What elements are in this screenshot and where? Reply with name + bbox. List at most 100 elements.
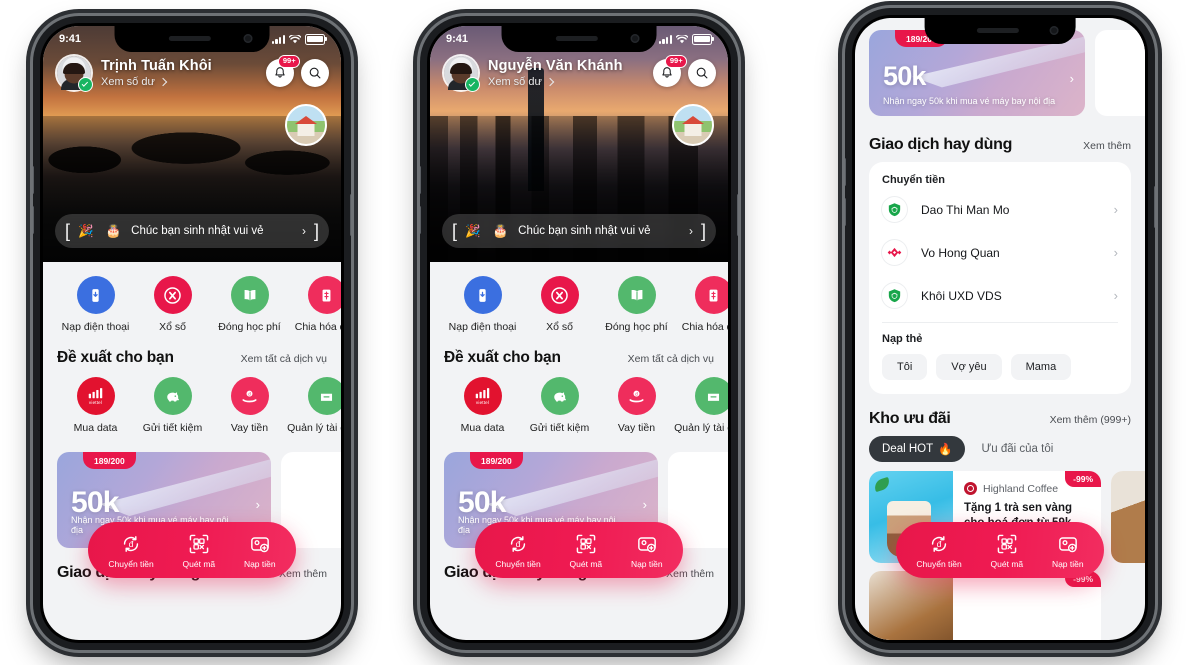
service-item-chia-hoa-don[interactable]: Chia hóa đơn bbox=[288, 276, 341, 333]
see-all-services-link[interactable]: Xem tất cả dịch vụ bbox=[628, 353, 714, 365]
topup-chip[interactable]: Mama bbox=[1010, 354, 1072, 380]
suggestion-item-mua-data[interactable]: viettel Mua data bbox=[57, 377, 134, 434]
split-bill-icon bbox=[694, 276, 728, 314]
offers-tabs: Deal HOT 🔥 Ưu đãi của tôi bbox=[855, 428, 1145, 462]
offer-card[interactable] bbox=[1111, 471, 1145, 563]
phone-1-volume-up[interactable] bbox=[33, 166, 34, 194]
promo-desc: Nhận ngay 50k khi mua vé máy bay nội địa bbox=[883, 96, 1056, 106]
qr-scan-icon bbox=[189, 534, 209, 553]
birthday-banner[interactable]: [ 🎉 🎂 Chúc bạn sinh nhật vui vẻ › ] bbox=[442, 214, 716, 248]
service-item-chia-hoa-don[interactable]: Chia hóa đơn bbox=[675, 276, 728, 333]
quick-action-nap-tien[interactable]: Nạp tiền bbox=[244, 532, 276, 569]
suggestion-item-vay-tien[interactable]: đ Vay tiền bbox=[211, 377, 288, 434]
phone-3-volume-up[interactable] bbox=[845, 158, 846, 186]
see-all-services-link[interactable]: Xem tất cả dịch vụ bbox=[241, 353, 327, 365]
quick-action-quet-ma[interactable]: Quét mã bbox=[570, 532, 602, 569]
service-item-xo-so[interactable]: Xổ số bbox=[521, 276, 598, 333]
house-avatar-icon[interactable] bbox=[285, 104, 327, 146]
suggestion-label: Quản lý tài chính bbox=[287, 422, 341, 434]
phone-1-power[interactable] bbox=[350, 194, 351, 236]
transfer-group-label: Chuyển tiền bbox=[882, 174, 945, 186]
phone-3-notch bbox=[924, 18, 1076, 44]
tab-deal-hot[interactable]: Deal HOT 🔥 bbox=[869, 436, 966, 462]
balance-link[interactable]: Xem số dư bbox=[488, 76, 623, 88]
see-more-offers-link[interactable]: Xem thêm (999+) bbox=[1050, 414, 1131, 426]
phone-2-volume-down[interactable] bbox=[420, 206, 421, 234]
split-bill-icon bbox=[307, 276, 341, 314]
avatar[interactable] bbox=[444, 56, 480, 92]
avatar[interactable] bbox=[57, 56, 93, 92]
phone-2-volume-up[interactable] bbox=[420, 166, 421, 194]
phone-1-volume-down[interactable] bbox=[33, 206, 34, 234]
notification-button[interactable]: 99+ bbox=[266, 55, 300, 87]
service-item-xo-so[interactable]: Xổ số bbox=[134, 276, 211, 333]
suggestion-item-mua-data[interactable]: viettel Mua data bbox=[444, 377, 521, 434]
suggestion-item-vay-tien[interactable]: đ Vay tiền bbox=[598, 377, 675, 434]
topup-chip[interactable]: Tôi bbox=[882, 354, 928, 380]
transfer-money-icon: đ bbox=[510, 535, 526, 552]
phone-2-quick-action-bar: đ Chuyển tiền Quét mã Nạp tiền bbox=[475, 522, 683, 578]
suggestions-header: Đề xuất cho bạn Xem tất cả dịch vụ bbox=[43, 341, 341, 369]
suggestion-item-gui-tiet-kiem[interactable]: Gửi tiết kiệm bbox=[521, 377, 598, 434]
section-title: Kho ưu đãi bbox=[869, 410, 951, 427]
divider bbox=[882, 322, 1118, 323]
see-more-link[interactable]: Xem thêm bbox=[1083, 140, 1131, 152]
suggestion-grid: viettel Mua data Gửi tiết kiệm đ Vay tiề… bbox=[430, 369, 728, 442]
topup-chip[interactable]: Vợ yêu bbox=[936, 354, 1002, 380]
service-item-dong-hoc-phi[interactable]: Đóng học phí bbox=[598, 276, 675, 333]
suggestion-item-quan-ly-tai-chinh[interactable]: Quản lý tài chính bbox=[287, 377, 341, 434]
quick-action-label: Chuyển tiền bbox=[916, 558, 962, 569]
topup-wallet-icon bbox=[250, 536, 269, 552]
phone-2-power[interactable] bbox=[737, 194, 738, 236]
tab-label: Deal HOT bbox=[882, 443, 934, 455]
topup-wallet-icon bbox=[1058, 536, 1077, 552]
balance-link[interactable]: Xem số dư bbox=[101, 76, 212, 88]
phone-1-frame: 9:41 Trịnh Tuấn Khôi Xem số dư 99+ [🎉 🎂… bbox=[33, 16, 351, 650]
lottery-icon bbox=[153, 276, 192, 314]
party-popper-icon: 🎉 bbox=[465, 223, 481, 238]
brand-logo-icon bbox=[964, 482, 977, 495]
quick-action-label: Nạp tiền bbox=[1051, 558, 1084, 569]
battery-icon bbox=[305, 33, 327, 45]
search-button[interactable] bbox=[301, 59, 329, 87]
tab-my-offers[interactable]: Ưu đãi của tôi bbox=[981, 443, 1053, 455]
service-label: Xổ số bbox=[159, 321, 186, 333]
bracket-left: [ bbox=[65, 221, 71, 241]
quick-action-nap-tien[interactable]: Nạp tiền bbox=[1052, 532, 1084, 569]
search-button[interactable] bbox=[688, 59, 716, 87]
quick-action-quet-ma[interactable]: Quét mã bbox=[991, 532, 1023, 569]
contact-row[interactable]: Khôi UXD VDS › bbox=[882, 274, 1118, 317]
promo-card-next[interactable] bbox=[1095, 30, 1145, 116]
offer-brand: Highland Coffee bbox=[983, 482, 1059, 495]
service-item-dong-hoc-phi[interactable]: Đóng học phí bbox=[211, 276, 288, 333]
service-item-nap-dien-thoai[interactable]: Nạp điện thoại bbox=[57, 276, 134, 333]
quick-action-quet-ma[interactable]: Quét mã bbox=[183, 532, 215, 569]
birthday-banner-text: Chúc bạn sinh nhật vui vẻ bbox=[518, 225, 651, 237]
suggestion-item-quan-ly-tai-chinh[interactable]: Quản lý tài chính bbox=[674, 377, 728, 434]
service-label: Chia hóa đơn bbox=[681, 321, 728, 333]
suggestion-label: Vay tiền bbox=[230, 422, 269, 434]
quick-action-nap-tien[interactable]: Nạp tiền bbox=[631, 532, 663, 569]
wifi-icon bbox=[288, 33, 302, 44]
offer-card[interactable]: -99% bbox=[869, 571, 1101, 640]
notification-button[interactable]: 99+ bbox=[653, 55, 687, 87]
contact-row[interactable]: Vo Hong Quan › bbox=[882, 231, 1118, 274]
quick-action-chuyen-tien[interactable]: đ Chuyển tiền bbox=[495, 532, 541, 569]
phone-3-volume-down[interactable] bbox=[845, 198, 846, 226]
service-item-nap-dien-thoai[interactable]: Nạp điện thoại bbox=[444, 276, 521, 333]
quick-action-label: Chuyển tiền bbox=[108, 558, 154, 569]
promo-quota-badge: 189/200 bbox=[470, 452, 523, 469]
phone-3-power[interactable] bbox=[1154, 186, 1155, 228]
suggestion-label: Quản lý tài chính bbox=[674, 422, 728, 434]
quick-action-chuyen-tien[interactable]: đ Chuyển tiền bbox=[916, 532, 962, 569]
birthday-banner[interactable]: [ 🎉 🎂 Chúc bạn sinh nhật vui vẻ › ] bbox=[55, 214, 329, 248]
screenshot-stage: 9:41 Trịnh Tuấn Khôi Xem số dư 99+ [🎉 🎂… bbox=[0, 0, 1195, 665]
phone-1-screen: 9:41 Trịnh Tuấn Khôi Xem số dư 99+ [🎉 🎂… bbox=[43, 26, 341, 640]
house-avatar-icon[interactable] bbox=[672, 104, 714, 146]
quick-action-chuyen-tien[interactable]: đ Chuyển tiền bbox=[108, 532, 154, 569]
promo-quota-badge: 189/200 bbox=[83, 452, 136, 469]
section-title: Giao dịch hay dùng bbox=[869, 136, 1013, 153]
contact-row[interactable]: Dao Thi Man Mo › bbox=[882, 188, 1118, 231]
section-title: Đề xuất cho bạn bbox=[57, 349, 174, 366]
suggestion-item-gui-tiet-kiem[interactable]: Gửi tiết kiệm bbox=[134, 377, 211, 434]
